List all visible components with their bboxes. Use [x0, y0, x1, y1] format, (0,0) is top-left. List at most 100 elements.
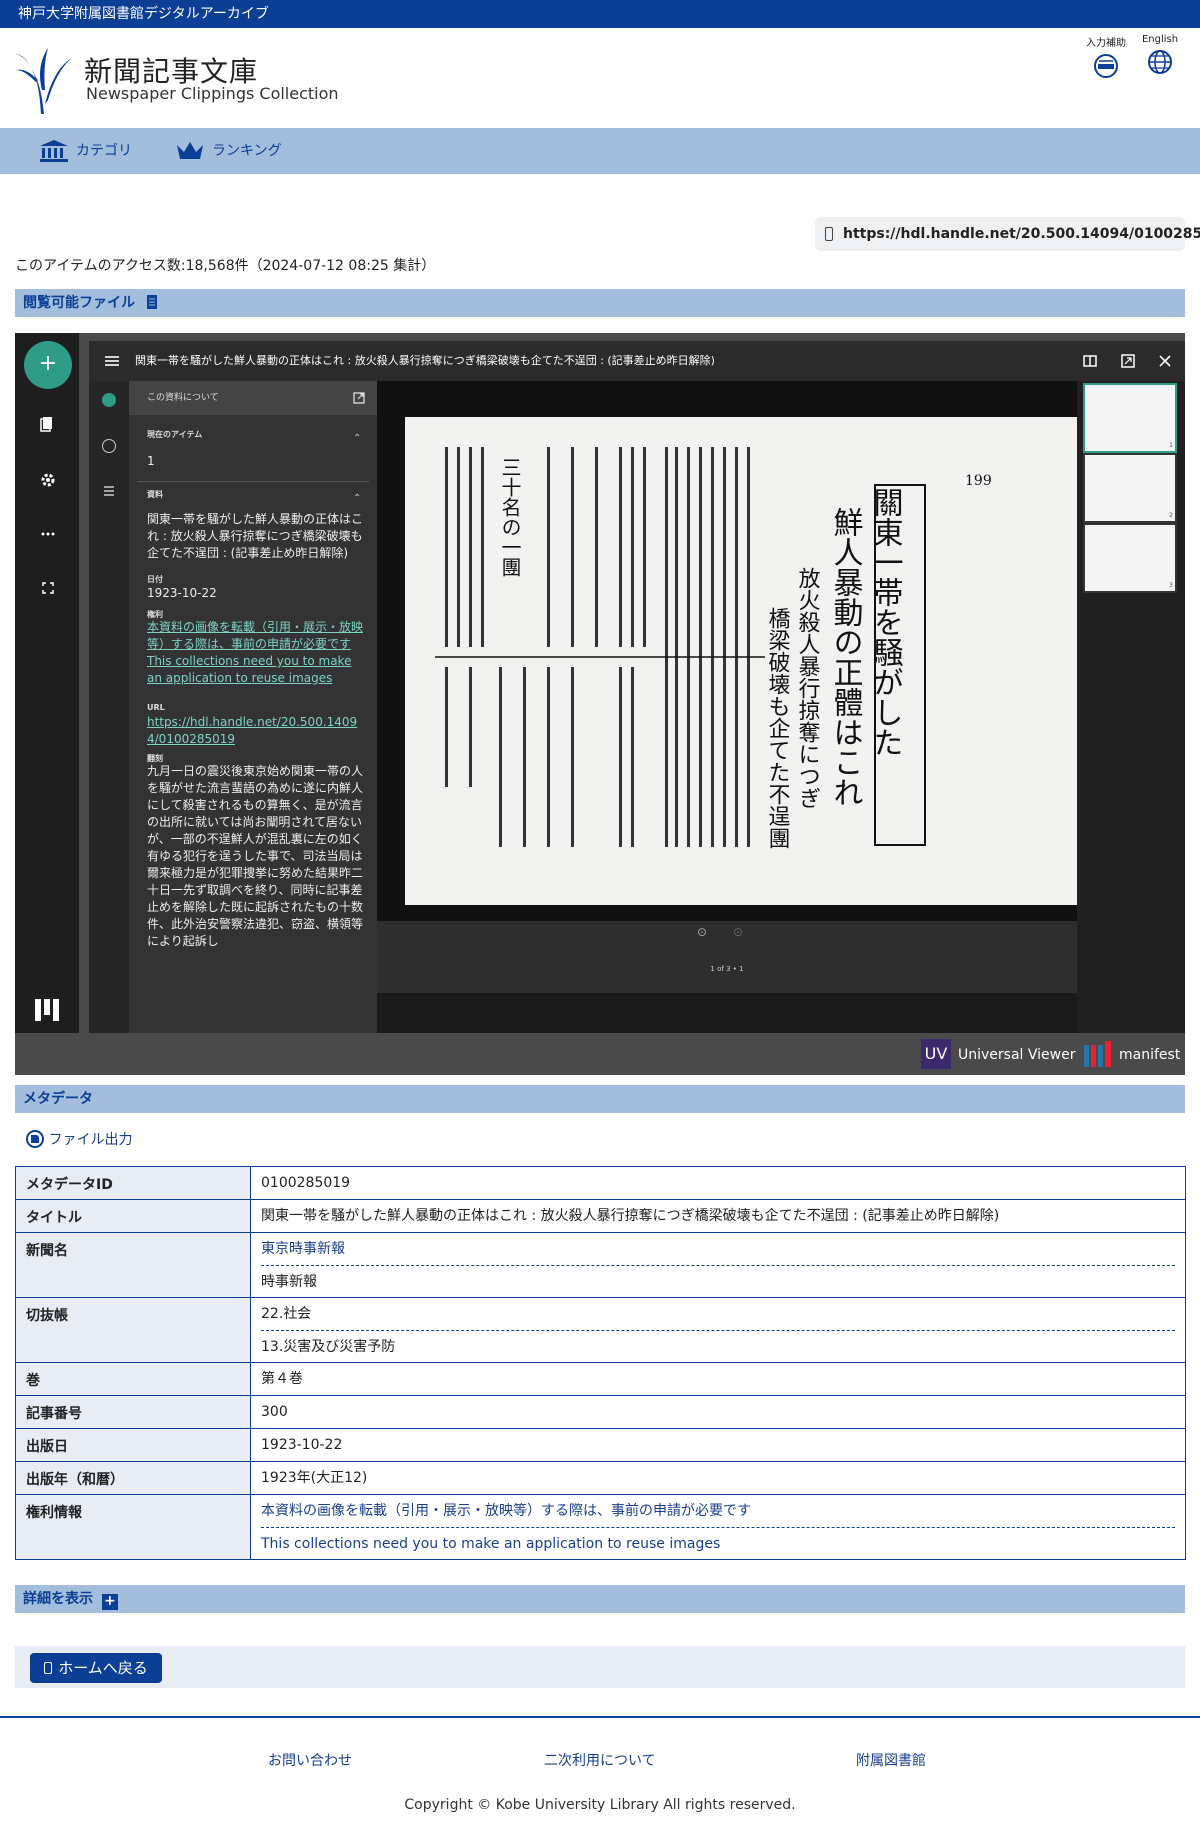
metadata-value: 0100285019: [250, 1166, 1186, 1200]
metadata-row: 出版年（和暦） 1923年(大正12): [15, 1461, 1186, 1495]
metadata-value-line: 第４巻: [261, 1371, 303, 1387]
thumbnail-number: 1: [1169, 442, 1173, 449]
metadata-value: 1923-10-22: [250, 1428, 1186, 1462]
metadata-row: メタデータID 0100285019: [15, 1166, 1186, 1200]
add-button[interactable]: +: [24, 341, 72, 389]
expand-icon[interactable]: +: [101, 1594, 118, 1610]
footer-link-contact[interactable]: お問い合わせ: [268, 1750, 352, 1770]
url-link[interactable]: https://hdl.handle.net/20.500.14094/0100…: [147, 715, 357, 746]
collapse-icon[interactable]: ⌃: [353, 493, 361, 504]
file-export-label: ファイル出力: [48, 1132, 133, 1148]
details-section-header[interactable]: 詳細を表示 +: [15, 1585, 1185, 1613]
metadata-value: 22.社会 13.災害及び災害予防: [250, 1297, 1186, 1363]
close-icon[interactable]: [1159, 355, 1171, 367]
current-item-value: 1: [147, 454, 155, 468]
metadata-row: 権利情報 本資料の画像を転載（引用・展示・放映等）する際は、事前の申請が必要です T…: [15, 1494, 1186, 1560]
metadata-key: 記事番号: [15, 1395, 251, 1429]
metadata-section-header: メタデータ: [15, 1085, 1185, 1113]
date-label: 日付: [147, 575, 163, 584]
rights-text: 本資料の画像を転載（引用・展示・放映等）する際は、事前の申請が必要です This…: [147, 619, 365, 687]
file-export-link[interactable]: ファイル出力: [26, 1129, 132, 1149]
rights-link-ja[interactable]: 本資料の画像を転載（引用・展示・放映等）する際は、事前の申請が必要です: [147, 620, 363, 651]
metadata-value: 東京時事新報 時事新報: [250, 1232, 1186, 1298]
svg-text:放火殺人暴行掠奪につぎ: 放火殺人暴行掠奪につぎ: [795, 567, 821, 809]
footer-link-reuse[interactable]: 二次利用について: [544, 1750, 656, 1770]
metadata-value-line: 0100285019: [261, 1175, 351, 1191]
attribution-icon[interactable]: [102, 439, 116, 453]
metadata-value-link[interactable]: This collections need you to make an app…: [261, 1527, 1175, 1559]
link-icon: [825, 227, 833, 241]
footer-link-library[interactable]: 附属図書館: [856, 1750, 926, 1770]
thumbnail-2[interactable]: 2: [1083, 453, 1177, 523]
metadata-row: 出版日 1923-10-22: [15, 1428, 1186, 1462]
metadata-value-line: 22.社会: [261, 1306, 312, 1322]
fullscreen-icon[interactable]: [39, 579, 57, 597]
crown-icon: [177, 142, 203, 159]
keyboard-icon: [1094, 54, 1118, 78]
metadata-key: 出版日: [15, 1428, 251, 1462]
viewer-titlebar: 関東一帯を騒がした鮮人暴動の正体はこれ : 放火殺人暴行掠奪につぎ橋梁破壊も企て…: [89, 341, 1185, 381]
metadata-value: 第４巻: [250, 1362, 1186, 1396]
info-panel: この資料について 現在のアイテム ⌃ 1 資料 ⌃ 関東一帯を騒がした鮮人暴動の…: [129, 381, 377, 1033]
copy-icon[interactable]: [39, 415, 57, 433]
uv-link[interactable]: Universal Viewer: [958, 1047, 1075, 1063]
library-logo-icon[interactable]: [14, 44, 76, 116]
panel-divider: [137, 481, 369, 482]
input-assist-tool[interactable]: 入力補助: [1078, 34, 1134, 79]
uv-badge[interactable]: UV: [921, 1039, 951, 1069]
svg-text:鮮人暴動の正體はこれ: 鮮人暴動の正體はこれ: [828, 507, 863, 807]
image-canvas[interactable]: 關東一帯を騒がした 鮮人暴動の正體はこれ 放火殺人暴行掠奪につぎ 橋梁破壊も企て…: [377, 381, 1077, 993]
date-value: 1923-10-22: [147, 586, 217, 600]
footer-divider: [0, 1716, 1200, 1718]
rotate-right-icon[interactable]: ⊙: [733, 925, 743, 939]
more-icon[interactable]: [39, 525, 57, 543]
metadata-section-title: メタデータ: [23, 1091, 93, 1107]
handle-url-link[interactable]: https://hdl.handle.net/20.500.14094/0100…: [815, 217, 1200, 251]
viewer-window: 関東一帯を騒がした鮮人暴動の正体はこれ : 放火殺人暴行掠奪につぎ橋梁破壊も企て…: [89, 341, 1185, 1033]
library-icon: [40, 140, 68, 162]
thumbnail-strip: 1 2 3: [1077, 381, 1185, 1033]
metadata-table: メタデータID 0100285019 タイトル 関東一帯を騒がした鮮人暴動の正体はこれ…: [15, 1166, 1186, 1560]
viewer-title: 関東一帯を騒がした鮮人暴動の正体はこれ : 放火殺人暴行掠奪につぎ橋梁破壊も企て…: [135, 354, 715, 367]
svg-text:關東一帯を騒がした: 關東一帯を騒がした: [868, 487, 904, 757]
home-button-label: ホームへ戻る: [58, 1659, 148, 1677]
maximize-icon[interactable]: [1121, 354, 1135, 368]
home-button[interactable]: ホームへ戻る: [30, 1653, 162, 1683]
home-icon: [44, 1662, 53, 1674]
metadata-value-line: 関東一帯を騒がした鮮人暴動の正体はこれ : 放火殺人暴行掠奪につぎ橋梁破壊も企て…: [261, 1208, 1000, 1224]
rotate-icon[interactable]: ⊙: [697, 925, 707, 939]
viewer-side-rail: [89, 381, 129, 1033]
open-external-icon[interactable]: [353, 392, 365, 404]
window-layout-icon[interactable]: [1083, 354, 1097, 368]
thumbnail-1[interactable]: 1: [1083, 383, 1177, 453]
access-count: このアイテムのアクセス数:18,568件（2024-07-12 08:25 集計…: [15, 258, 436, 274]
viewer-left-toolbar: +: [15, 333, 79, 1033]
handle-url-text: https://hdl.handle.net/20.500.14094/0100…: [843, 226, 1200, 242]
manifest-link[interactable]: manifest: [1119, 1047, 1180, 1063]
settings-icon[interactable]: [39, 471, 57, 489]
universal-viewer: + 関東一帯を騒がした鮮人暴動の正体はこれ : 放火殺人暴行掠奪につぎ橋梁破壊も…: [15, 333, 1185, 1075]
site-header: 新聞記事文庫 Newspaper Clippings Collection 入力…: [0, 28, 1200, 128]
menu-icon[interactable]: [105, 355, 119, 367]
index-icon[interactable]: [102, 485, 116, 497]
metadata-value-link[interactable]: 本資料の画像を転載（引用・展示・放映等）する際は、事前の申請が必要です: [261, 1495, 1175, 1527]
metadata-row: タイトル 関東一帯を騒がした鮮人暴動の正体はこれ : 放火殺人暴行掠奪につぎ橋梁破…: [15, 1199, 1186, 1233]
iiif-icon[interactable]: [1083, 1039, 1113, 1067]
document-icon: [146, 295, 157, 309]
svg-text:三十名の一團: 三十名の一團: [498, 457, 522, 577]
current-item-label: 現在のアイテム: [147, 430, 203, 439]
thumbnail-number: 3: [1169, 582, 1173, 589]
rights-link-en[interactable]: This collections need you to make an app…: [147, 653, 365, 687]
info-icon[interactable]: [102, 393, 116, 407]
english-tool[interactable]: English: [1132, 34, 1188, 75]
collapse-icon[interactable]: ⌃: [353, 433, 361, 444]
url-value: https://hdl.handle.net/20.500.14094/0100…: [147, 714, 365, 748]
main-navbar: カテゴリ ランキング: [0, 128, 1200, 174]
files-section-title: 閲覧可能ファイル: [23, 295, 135, 311]
metadata-value-link[interactable]: 東京時事新報: [261, 1233, 1175, 1265]
page-number: 199: [965, 473, 992, 489]
metadata-value-line: 13.災害及び災害予防: [261, 1330, 1175, 1362]
thumbnail-3[interactable]: 3: [1083, 523, 1177, 593]
metadata-key: タイトル: [15, 1199, 251, 1233]
viewer-footer: UV Universal Viewer manifest: [15, 1033, 1185, 1075]
